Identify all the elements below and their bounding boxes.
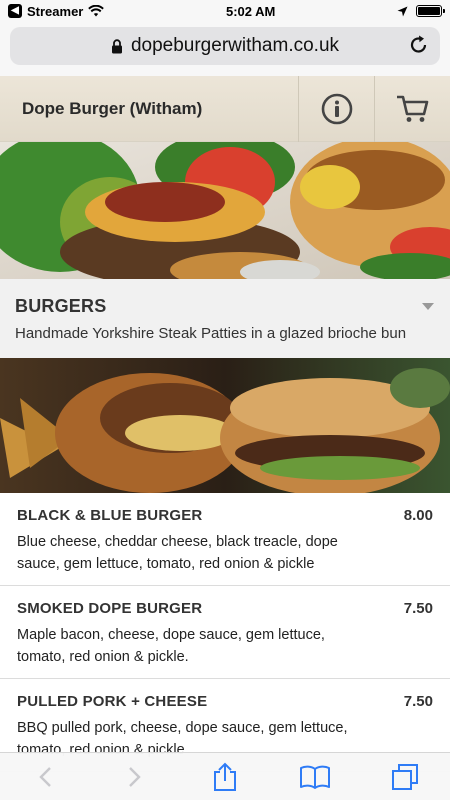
share-icon <box>214 762 236 791</box>
cart-button[interactable] <box>374 76 450 142</box>
info-icon <box>321 93 352 125</box>
hero-burger-image <box>0 142 450 279</box>
wifi-icon <box>88 5 105 17</box>
menu-item[interactable]: SMOKED DOPE BURGER 7.50 Maple bacon, che… <box>0 586 450 679</box>
item-description: Blue cheese, cheddar cheese, black treac… <box>17 534 338 572</box>
tabs-button[interactable] <box>380 755 430 799</box>
menu-item[interactable]: BLACK & BLUE BURGER 8.00 Blue cheese, ch… <box>0 493 450 586</box>
tabs-icon <box>392 763 418 790</box>
item-price: 8.00 <box>403 507 433 524</box>
browser-toolbar <box>0 752 450 800</box>
item-price: 7.50 <box>403 693 433 710</box>
item-name: BLACK & BLUE BURGER <box>17 507 203 524</box>
forward-button[interactable] <box>110 755 160 799</box>
site-header: Dope Burger (Witham) <box>0 76 450 142</box>
item-name: PULLED PORK + CHEESE <box>17 693 208 710</box>
bookmarks-button[interactable] <box>290 755 340 799</box>
url-text[interactable]: dopeburgerwitham.co.uk <box>131 35 339 57</box>
site-title[interactable]: Dope Burger (Witham) <box>0 76 298 141</box>
cart-icon <box>396 95 428 122</box>
menu-item-list: BLACK & BLUE BURGER 8.00 Blue cheese, ch… <box>0 493 450 772</box>
item-price: 7.50 <box>403 600 433 617</box>
clock: 5:02 AM <box>226 3 276 19</box>
category-image <box>0 358 450 493</box>
reload-icon[interactable] <box>408 34 430 56</box>
category-header[interactable]: BURGERS Handmade Yorkshire Steak Patties… <box>0 279 450 358</box>
share-button[interactable] <box>200 755 250 799</box>
lock-icon <box>111 38 122 53</box>
item-description: Maple bacon, cheese, dope sauce, gem let… <box>17 627 325 665</box>
chevron-left-icon <box>39 766 51 787</box>
browser-address-area: dopeburgerwitham.co.uk <box>0 22 450 76</box>
chevron-down-icon[interactable] <box>422 303 434 310</box>
back-button[interactable] <box>20 755 70 799</box>
location-arrow-icon <box>397 6 408 16</box>
back-to-app-icon[interactable]: ◀ <box>8 4 22 18</box>
category-title: BURGERS <box>15 296 107 316</box>
status-bar: ◀ Streamer 5:02 AM <box>0 0 450 22</box>
item-name: SMOKED DOPE BURGER <box>17 600 203 617</box>
info-button[interactable] <box>298 76 374 142</box>
book-icon <box>300 765 330 789</box>
carrier-label[interactable]: Streamer <box>27 4 83 19</box>
chevron-right-icon <box>129 766 141 787</box>
category-description: Handmade Yorkshire Steak Patties in a gl… <box>15 325 407 342</box>
address-bar[interactable]: dopeburgerwitham.co.uk <box>10 27 440 65</box>
battery-icon <box>416 5 445 17</box>
